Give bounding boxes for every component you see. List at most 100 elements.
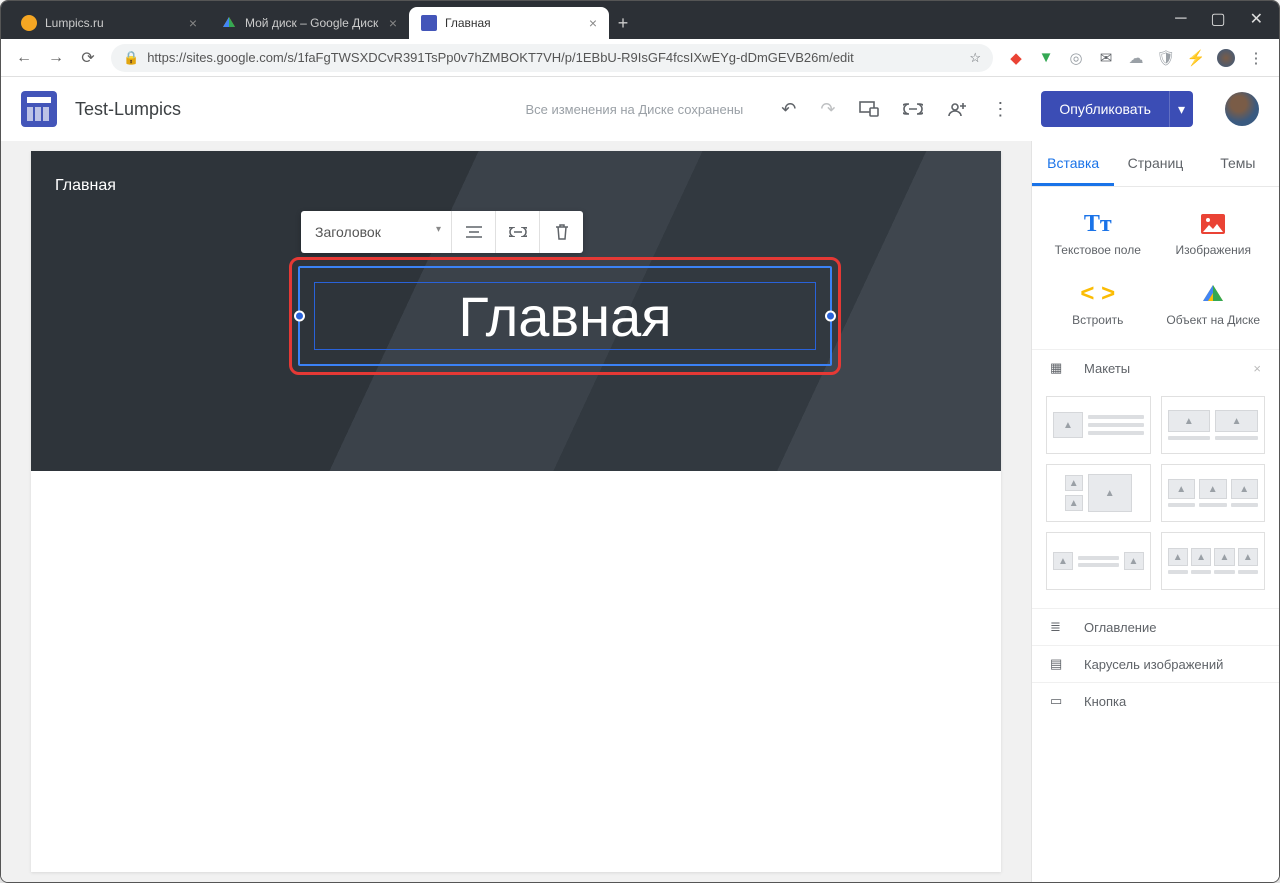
minimize-icon[interactable]: ─ [1175,10,1186,28]
extension-icons: ◆ ▼ ◎ ✉ ☁ 🛡 ⚡ ⋮ [1007,49,1265,67]
autosave-status: Все изменения на Диске сохранены [525,102,743,117]
label: Макеты [1084,361,1130,376]
favicon [21,15,37,31]
lock-icon: 🔒 [123,50,139,66]
layout-option[interactable]: ▲▲▲▲ [1161,532,1266,590]
delete-icon[interactable] [539,211,583,253]
layout-option[interactable]: ▲▲ [1046,532,1151,590]
browser-tab-2[interactable]: Мой диск – Google Диск × [209,7,409,39]
layouts-header[interactable]: ▦ Макеты × [1032,349,1279,386]
app-actions: ↶ ↷ ⋮ [781,99,1009,120]
carousel-icon: ▤ [1050,656,1070,672]
tab-label: Главная [445,16,581,30]
ext-icon[interactable]: ✉ [1097,49,1115,67]
ext-icon[interactable]: 🛡 [1157,49,1175,67]
hero-title-text[interactable]: Главная [458,284,671,349]
account-avatar[interactable] [1225,92,1259,126]
insert-button[interactable]: ▭Кнопка [1032,682,1279,719]
toc-icon: ≣ [1050,619,1070,635]
tab-label: Мой диск – Google Диск [245,16,381,30]
share-icon[interactable] [947,101,967,117]
redo-icon[interactable]: ↷ [820,99,835,120]
url-text: https://sites.google.com/s/1faFgTWSXDCvR… [147,50,961,65]
more-icon[interactable]: ⋮ [991,99,1009,120]
close-icon[interactable]: × [389,15,397,31]
browser-tab-3[interactable]: Главная × [409,7,609,39]
insert-embed[interactable]: < > Встроить [1040,271,1156,335]
tab-themes[interactable]: Темы [1197,141,1279,186]
hero-section[interactable]: Главная Заголовок Главная [31,151,1001,471]
text-style-select[interactable]: Заголовок [301,224,451,240]
window-controls: ─ ▢ ✕ [1159,9,1279,39]
titlebar: Lumpics.ru × Мой диск – Google Диск × Гл… [1,1,1279,39]
insert-toc[interactable]: ≣ Оглавление [1032,608,1279,645]
embed-icon: < > [1044,279,1152,309]
insert-link-icon[interactable] [495,211,539,253]
label: Объект на Диске [1160,313,1268,327]
new-tab-button[interactable]: + [609,7,637,39]
tab-label: Lumpics.ru [45,16,181,30]
address-bar: ← → ⟳ 🔒 https://sites.google.com/s/1faFg… [1,39,1279,77]
workspace: Главная Заголовок Главная [1,141,1279,882]
publish-dropdown[interactable]: ▾ [1169,91,1193,127]
ext-icon[interactable]: ⚡ [1187,49,1205,67]
insert-images[interactable]: Изображения [1156,201,1272,265]
label: Кнопка [1084,694,1126,709]
close-icon[interactable]: × [189,15,197,31]
ext-avatar[interactable] [1217,49,1235,67]
layout-option[interactable]: ▲▲▲ [1161,464,1266,522]
ext-icon[interactable]: ▼ [1037,49,1055,67]
side-panel: Вставка Страниц Темы Tᴛ Текстовое поле И… [1031,141,1279,882]
document-name[interactable]: Test-Lumpics [75,99,181,120]
selection-frame[interactable]: Главная [298,266,832,366]
textbox-icon: Tᴛ [1044,209,1152,239]
app-toolbar: Test-Lumpics Все изменения на Диске сохр… [1,77,1279,141]
layouts-grid: ▲ ▲▲ ▲▲▲ ▲▲▲ ▲▲ ▲▲▲▲ [1032,386,1279,608]
reload-button[interactable]: ⟳ [79,48,97,68]
layout-option[interactable]: ▲▲ [1161,396,1266,454]
ext-icon[interactable]: ◆ [1007,49,1025,67]
forward-button[interactable]: → [47,49,65,67]
label: Текстовое поле [1044,243,1152,257]
insert-carousel[interactable]: ▤ Карусель изображений [1032,645,1279,682]
browser-tab-1[interactable]: Lumpics.ru × [9,7,209,39]
maximize-icon[interactable]: ▢ [1210,9,1225,29]
url-input[interactable]: 🔒 https://sites.google.com/s/1faFgTWSXDC… [111,44,993,72]
insert-textbox[interactable]: Tᴛ Текстовое поле [1040,201,1156,265]
link-icon[interactable] [903,103,923,115]
page-name[interactable]: Главная [55,177,116,195]
close-icon[interactable]: × [589,15,597,31]
resize-handle-left[interactable] [294,311,305,322]
page-preview: Главная Заголовок Главная [31,151,1001,872]
label: Карусель изображений [1084,657,1223,672]
ext-icon[interactable]: ☁ [1127,49,1145,67]
back-button[interactable]: ← [15,49,33,67]
text-editor[interactable]: Главная [314,282,816,350]
close-icon[interactable]: × [1253,361,1261,376]
undo-icon[interactable]: ↶ [781,99,796,120]
publish-button[interactable]: Опубликовать [1041,91,1169,127]
close-icon[interactable]: ✕ [1250,9,1263,29]
browser-tabs: Lumpics.ru × Мой диск – Google Диск × Гл… [1,7,1159,39]
canvas[interactable]: Главная Заголовок Главная [1,141,1031,882]
insert-drive[interactable]: Объект на Диске [1156,271,1272,335]
layout-option[interactable]: ▲ [1046,396,1151,454]
drive-icon [1160,279,1268,309]
ext-icon[interactable]: ◎ [1067,49,1085,67]
text-toolbar: Заголовок [301,211,583,253]
favicon [221,15,237,31]
resize-handle-right[interactable] [825,311,836,322]
layout-option[interactable]: ▲▲▲ [1046,464,1151,522]
browser-window: Lumpics.ru × Мой диск – Google Диск × Гл… [0,0,1280,883]
label: Встроить [1044,313,1152,327]
tab-pages[interactable]: Страниц [1114,141,1196,186]
chrome-menu-icon[interactable]: ⋮ [1247,49,1265,67]
layout-icon: ▦ [1050,360,1070,376]
preview-icon[interactable] [859,101,879,117]
sites-app-icon[interactable] [21,91,57,127]
tab-insert[interactable]: Вставка [1032,141,1114,186]
align-icon[interactable] [451,211,495,253]
selection-highlight: Главная [289,257,841,375]
label: Оглавление [1084,620,1156,635]
star-icon[interactable]: ☆ [969,50,981,66]
